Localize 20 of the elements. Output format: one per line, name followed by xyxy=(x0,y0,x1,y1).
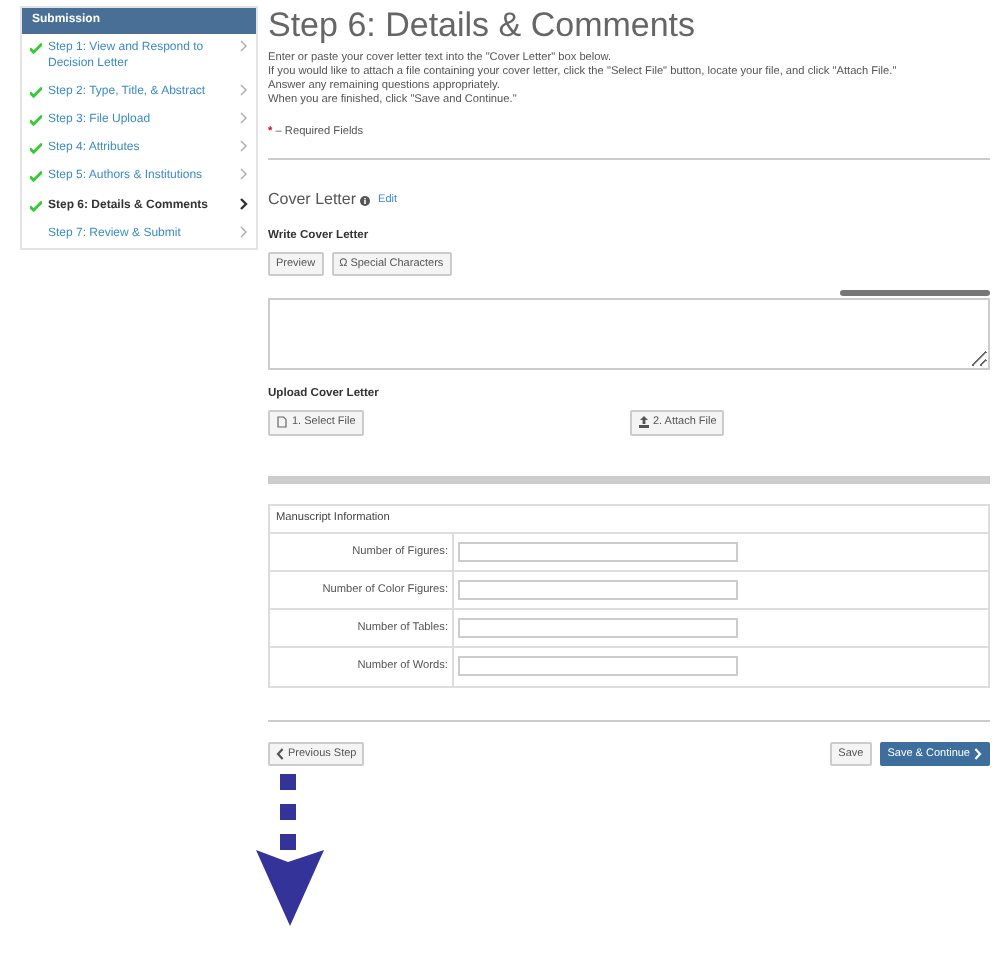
chevron-left-icon xyxy=(276,747,284,760)
number-input-field[interactable] xyxy=(458,579,738,600)
page-title: Step 6: Details & Comments xyxy=(268,6,698,46)
cover-letter-textarea[interactable] xyxy=(268,298,990,371)
chevron-right-icon xyxy=(240,112,248,125)
number-input-field[interactable] xyxy=(458,617,738,638)
number-input-field[interactable] xyxy=(458,655,738,676)
chevron-right-icon xyxy=(240,40,248,52)
chevron-right-icon xyxy=(240,225,248,238)
upload-icon xyxy=(637,416,649,429)
chevron-right-icon xyxy=(240,197,248,210)
section-heading: Cover Letter xyxy=(268,188,357,212)
number-input-field[interactable] xyxy=(458,541,738,562)
chevron-right-icon xyxy=(974,747,982,760)
info-icon xyxy=(360,195,371,205)
dashed-down-arrow-icon xyxy=(256,774,328,927)
chevron-right-icon xyxy=(240,168,248,181)
chevron-right-icon xyxy=(240,140,248,153)
chevron-right-icon xyxy=(240,84,248,97)
file-icon xyxy=(276,416,288,429)
